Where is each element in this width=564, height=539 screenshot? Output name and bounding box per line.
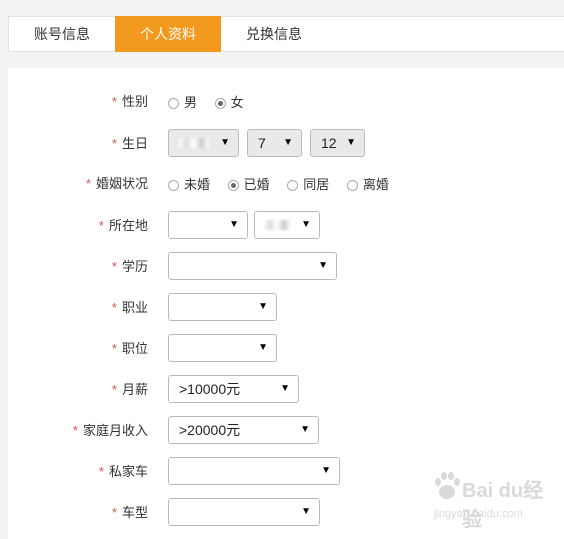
gender-label-text: 性别 (121, 94, 148, 109)
birthday-year-select[interactable]: ▼ (168, 129, 239, 157)
required-mark: * (98, 464, 104, 479)
marital-radio-cohabiting[interactable]: 同居 (287, 177, 329, 193)
education-label-text: 学历 (121, 259, 148, 274)
gender-radio-female[interactable]: 女 (214, 94, 244, 111)
radio-circle (168, 179, 179, 191)
occupation-label-text: 职业 (121, 300, 148, 315)
family-income-label: * 家庭月收入 (73, 423, 148, 439)
chevron-down-icon: ▼ (283, 137, 293, 148)
family-income-value: >20000元 (179, 422, 241, 438)
salary-value: >10000元 (179, 381, 241, 397)
birthday-month-value: 7 (258, 135, 266, 151)
marital-radio-married[interactable]: 已婚 (227, 176, 270, 193)
location-label-text: 所在地 (108, 218, 148, 233)
position-label: * 职位 (112, 341, 148, 357)
education-select[interactable]: ▼ (168, 252, 337, 280)
salary-label: * 月薪 (112, 382, 148, 398)
radio-circle-checked (214, 97, 226, 109)
radio-circle (346, 179, 358, 191)
chevron-down-icon: ▼ (301, 506, 311, 517)
chevron-down-icon: ▼ (220, 137, 230, 148)
position-label-text: 职位 (121, 341, 148, 356)
private-car-label-text: 私家车 (108, 464, 148, 479)
gender-radio-male[interactable]: 男 (168, 95, 197, 111)
marital-radio-group: 未婚 已婚 同居 离婚 (168, 176, 403, 192)
required-mark: * (98, 218, 104, 233)
location-label: * 所在地 (99, 218, 148, 234)
required-mark: * (111, 136, 117, 151)
location-city-select[interactable]: ▼ (254, 211, 320, 239)
birthday-label: * 生日 (112, 136, 148, 152)
required-mark: * (111, 94, 117, 109)
gender-label: * 性别 (112, 94, 148, 110)
chevron-down-icon: ▼ (258, 342, 268, 353)
chevron-down-icon: ▼ (318, 260, 328, 271)
chevron-down-icon: ▼ (280, 383, 290, 394)
salary-select[interactable]: >10000元 ▼ (168, 375, 299, 403)
radio-circle (168, 97, 179, 109)
chevron-down-icon: ▼ (321, 465, 331, 476)
occupation-label: * 职业 (112, 300, 148, 316)
salary-label-text: 月薪 (121, 382, 148, 397)
required-mark: * (72, 423, 78, 438)
required-mark: * (111, 300, 117, 315)
family-income-select[interactable]: >20000元 ▼ (168, 416, 319, 444)
baidu-jingyan-watermark: Bai du经验 jingyan.baidu.com (432, 462, 552, 531)
marital-option-label: 离婚 (362, 176, 389, 192)
tab-personal-profile[interactable]: 个人资料 (115, 16, 221, 52)
tab-bar: 账号信息 个人资料 兑换信息 (8, 16, 564, 52)
car-model-label: * 车型 (112, 505, 148, 521)
birthday-month-select[interactable]: 7 ▼ (247, 129, 302, 157)
birthday-label-text: 生日 (121, 136, 148, 151)
watermark-logo-text: Bai du经验 (462, 480, 544, 531)
tab-exchange-info[interactable]: 兑换信息 (221, 16, 327, 52)
position-select[interactable]: ▼ (168, 334, 277, 362)
watermark-url: jingyan.baidu.com (434, 508, 523, 520)
paw-icon (435, 472, 460, 499)
family-income-label-text: 家庭月收入 (82, 423, 148, 438)
required-mark: * (111, 259, 117, 274)
tab-account-info[interactable]: 账号信息 (9, 16, 115, 52)
marital-option-label: 同居 (303, 176, 330, 192)
education-label: * 学历 (112, 259, 148, 275)
chevron-down-icon: ▼ (258, 301, 268, 312)
chevron-down-icon: ▼ (300, 424, 310, 435)
radio-circle (287, 179, 299, 191)
radio-circle-checked (227, 179, 239, 191)
gender-radio-group: 男 女 (168, 94, 258, 110)
marital-radio-divorced[interactable]: 离婚 (346, 176, 389, 193)
marital-radio-single[interactable]: 未婚 (168, 177, 210, 193)
gender-option-label: 女 (230, 94, 244, 110)
redacted-value (179, 138, 209, 148)
required-mark: * (111, 505, 117, 520)
birthday-day-select[interactable]: 12 ▼ (310, 129, 365, 157)
gender-option-label: 男 (184, 94, 198, 110)
chevron-down-icon: ▼ (301, 219, 311, 230)
marital-option-label: 未婚 (184, 176, 211, 192)
marital-option-label: 已婚 (243, 176, 270, 192)
required-mark: * (111, 341, 117, 356)
marital-label: * 婚姻状况 (86, 176, 148, 192)
required-mark: * (85, 176, 91, 191)
marital-label-text: 婚姻状况 (95, 176, 148, 191)
required-mark: * (111, 382, 117, 397)
redacted-value (263, 220, 291, 230)
chevron-down-icon: ▼ (229, 219, 239, 230)
car-model-select[interactable]: ▼ (168, 498, 320, 526)
private-car-label: * 私家车 (99, 464, 148, 480)
car-model-label-text: 车型 (121, 505, 148, 520)
private-car-select[interactable]: ▼ (168, 457, 340, 485)
occupation-select[interactable]: ▼ (168, 293, 277, 321)
location-province-select[interactable]: ▼ (168, 211, 248, 239)
birthday-day-value: 12 (321, 135, 337, 151)
chevron-down-icon: ▼ (346, 137, 356, 148)
